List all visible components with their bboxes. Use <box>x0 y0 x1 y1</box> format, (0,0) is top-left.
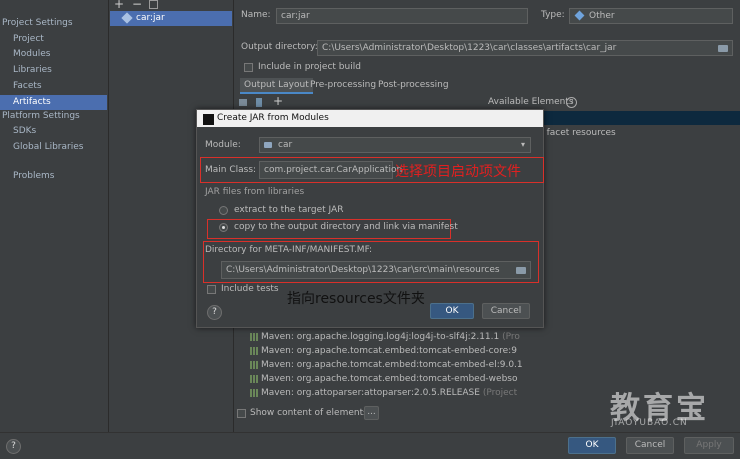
dialog-title: Create JAR from Modules <box>217 113 329 123</box>
type-label: Type: <box>541 10 565 20</box>
extract-radio-label: extract to the target JAR <box>234 205 344 215</box>
main-class-label: Main Class: <box>205 165 257 175</box>
tree-row[interactable]: Maven: org.apache.logging.log4j:log4j-to… <box>250 330 520 344</box>
copy-radio-label: copy to the output directory and link vi… <box>234 222 458 232</box>
include-tests-label: Include tests <box>221 284 279 294</box>
tree-row-source: (Pro <box>502 332 520 342</box>
library-icon <box>250 388 258 397</box>
manifest-value: C:\Users\Administrator\Desktop\1223\car\… <box>226 265 500 275</box>
tree-row-source: (Project <box>482 388 518 398</box>
copy-radio[interactable] <box>219 223 228 232</box>
tree-row[interactable]: Maven: org.apache.tomcat.embed:tomcat-em… <box>250 344 517 358</box>
dialog-help-button[interactable]: ? <box>207 305 222 320</box>
output-directory-input[interactable]: C:\Users\Administrator\Desktop\1223\car\… <box>317 40 733 56</box>
artifact-icon <box>121 12 133 24</box>
facet-resources-text: b facet resources <box>538 128 616 138</box>
tab-post-processing[interactable]: Post-processing <box>374 78 453 92</box>
type-select[interactable]: Other <box>569 8 733 24</box>
apply-button[interactable]: Apply <box>684 437 734 454</box>
sidebar-item-artifacts[interactable]: Artifacts <box>0 95 107 110</box>
module-folder-icon <box>264 142 272 148</box>
module-label: Module: <box>205 140 241 150</box>
manifest-label: Directory for META-INF/MANIFEST.MF: <box>205 245 373 255</box>
module-select[interactable]: car ▾ <box>259 137 531 153</box>
settings-sidebar: Project Settings Project Modules Librari… <box>0 0 107 432</box>
tree-row[interactable]: Maven: org.attoparser:attoparser:2.0.5.R… <box>250 386 517 400</box>
tree-row-label: Maven: org.apache.logging.log4j:log4j-to… <box>261 332 500 342</box>
name-input[interactable]: car:jar <box>276 8 528 24</box>
add-artifact-button[interactable]: + <box>114 0 124 11</box>
tree-row-label: Maven: org.apache.tomcat.embed:tomcat-em… <box>261 346 517 356</box>
cancel-button[interactable]: Cancel <box>626 437 674 454</box>
output-directory-label: Output directory: <box>241 42 318 52</box>
module-value: car <box>278 140 293 150</box>
folder-icon[interactable] <box>718 45 728 52</box>
folder-icon[interactable] <box>516 267 526 274</box>
layout-archive-icon[interactable] <box>256 98 262 107</box>
include-build-checkbox[interactable] <box>244 63 253 72</box>
tree-row-label: Maven: org.apache.tomcat.embed:tomcat-em… <box>261 374 518 384</box>
extract-radio[interactable] <box>219 206 228 215</box>
library-icon <box>250 374 258 383</box>
artifact-item-selected[interactable]: car:jar <box>110 11 232 26</box>
type-icon <box>574 10 585 21</box>
create-jar-dialog: Create JAR from Modules Module: car ▾ Ma… <box>196 109 544 328</box>
sidebar-item-libraries[interactable]: Libraries <box>0 63 107 78</box>
tree-row[interactable]: Maven: org.apache.tomcat.embed:tomcat-em… <box>250 372 517 386</box>
layout-add-icon[interactable]: + <box>273 94 283 108</box>
sidebar-item-global-libraries[interactable]: Global Libraries <box>0 140 107 155</box>
bottom-button-bar: ? OK Cancel Apply <box>0 432 740 459</box>
ok-button[interactable]: OK <box>568 437 616 454</box>
main-class-input[interactable]: com.project.car.CarApplication <box>259 161 402 179</box>
help-circle-icon[interactable]: ? <box>566 97 577 108</box>
show-content-checkbox[interactable] <box>237 409 246 418</box>
main-class-annotation: 选择项目启动项文件 <box>395 164 521 180</box>
library-icon <box>250 346 258 355</box>
dialog-titlebar: Create JAR from Modules <box>197 110 543 127</box>
dialog-cancel-button[interactable]: Cancel <box>482 303 530 319</box>
watermark-url: JIAOYUBAO.CN <box>611 418 688 428</box>
layout-folder-icon[interactable] <box>239 99 247 106</box>
show-content-label: Show content of elements <box>250 408 368 418</box>
sidebar-item-problems[interactable]: Problems <box>0 169 107 184</box>
tree-row-label: Maven: org.attoparser:attoparser:2.0.5.R… <box>261 388 480 398</box>
tab-output-layout[interactable]: Output Layout <box>240 78 313 94</box>
more-button[interactable]: ... <box>364 406 379 420</box>
sidebar-section-project-settings: Project Settings <box>2 18 73 28</box>
type-value: Other <box>589 11 615 21</box>
help-button[interactable]: ? <box>6 439 21 454</box>
name-label: Name: <box>241 10 271 20</box>
intellij-icon <box>203 114 214 125</box>
copy-icon[interactable] <box>149 0 158 9</box>
sidebar-item-sdks[interactable]: SDKs <box>0 124 107 139</box>
artifact-item-label: car:jar <box>136 13 165 23</box>
dialog-ok-button[interactable]: OK <box>430 303 474 319</box>
remove-artifact-button[interactable]: − <box>132 0 142 11</box>
sidebar-section-platform-settings: Platform Settings <box>2 111 80 121</box>
sidebar-item-facets[interactable]: Facets <box>0 79 107 94</box>
sidebar-item-modules[interactable]: Modules <box>0 47 107 62</box>
jar-files-section-label: JAR files from libraries <box>205 187 305 197</box>
available-elements-label: Available Elements <box>488 97 574 107</box>
output-directory-value: C:\Users\Administrator\Desktop\1223\car\… <box>322 43 617 53</box>
tree-row-label: Maven: org.apache.tomcat.embed:tomcat-em… <box>261 360 523 370</box>
include-build-label: Include in project build <box>258 62 361 72</box>
tree-row[interactable]: Maven: org.apache.tomcat.embed:tomcat-em… <box>250 358 523 372</box>
chevron-down-icon: ▾ <box>520 140 525 149</box>
sidebar-item-project[interactable]: Project <box>0 32 107 47</box>
manifest-input[interactable]: C:\Users\Administrator\Desktop\1223\car\… <box>221 261 531 279</box>
tab-pre-processing[interactable]: Pre-processing <box>306 78 380 92</box>
include-tests-checkbox[interactable] <box>207 285 216 294</box>
library-icon <box>250 332 258 341</box>
library-icon <box>250 360 258 369</box>
resources-annotation: 指向resources文件夹 <box>287 291 425 307</box>
